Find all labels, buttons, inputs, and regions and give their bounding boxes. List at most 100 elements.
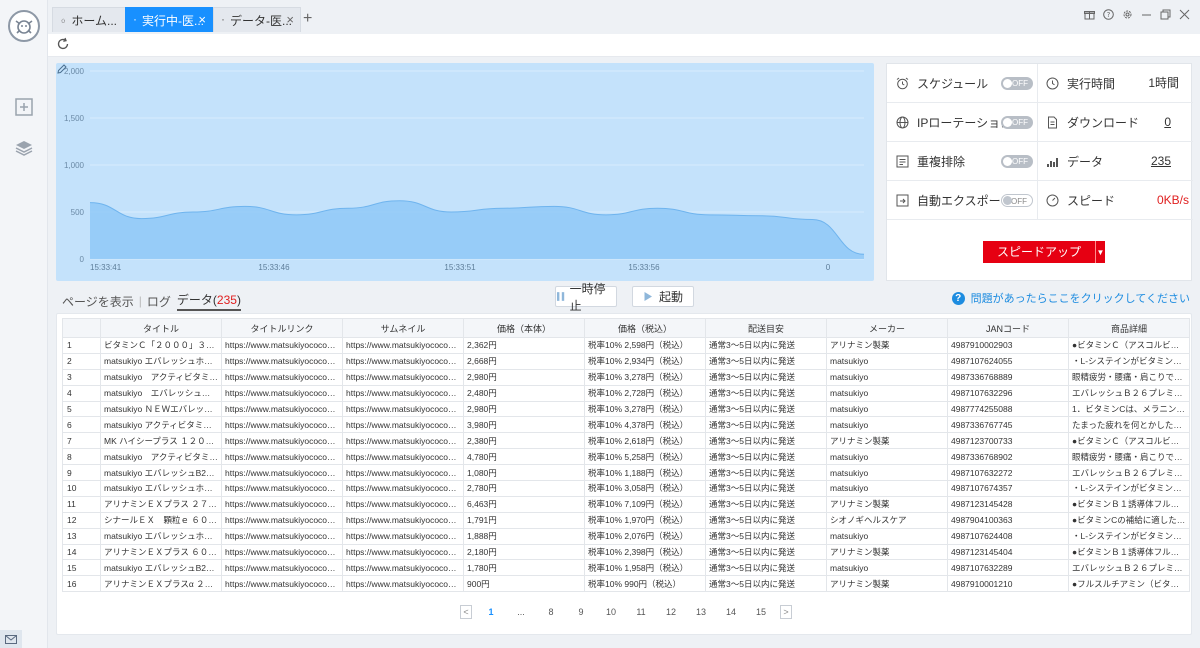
page-number[interactable]: 1 bbox=[476, 607, 506, 617]
close-window-icon[interactable] bbox=[1179, 9, 1190, 20]
table-cell: 6 bbox=[62, 416, 101, 434]
column-header[interactable]: 価格（本体） bbox=[463, 318, 585, 338]
table-cell: 9 bbox=[62, 464, 101, 482]
add-tab-button[interactable]: + bbox=[303, 10, 312, 28]
table-row[interactable]: 2 matsukiyo エバレッシュホワイ... https://www.matsu… bbox=[62, 352, 1190, 370]
edit-icon[interactable] bbox=[56, 63, 68, 75]
data-label: データ bbox=[1067, 155, 1104, 169]
minimize-icon[interactable] bbox=[1141, 9, 1152, 20]
data-value[interactable]: 235 bbox=[1151, 142, 1171, 181]
table-cell: https://www.matsukiyococokara-... bbox=[221, 559, 343, 577]
table-row[interactable]: 5 matsukiyo ＮＥＷエバレッシュ... https://www.matsu… bbox=[62, 400, 1190, 418]
alarm-clock-icon bbox=[895, 77, 909, 91]
column-header[interactable] bbox=[62, 318, 101, 338]
column-header[interactable]: タイトル bbox=[100, 318, 222, 338]
table-cell: 4987123145428 bbox=[947, 495, 1069, 513]
table-cell: ●ビタミンＣ（アスコルビン酸）... bbox=[1068, 432, 1190, 450]
speed-up-button[interactable]: スピードアップ bbox=[983, 241, 1095, 263]
restore-icon[interactable] bbox=[1160, 9, 1171, 20]
pagination: < 1... 8 9 10 11 12 13 14 15 > bbox=[460, 605, 792, 619]
help-icon[interactable]: ? bbox=[1103, 9, 1114, 20]
schedule-toggle[interactable]: OFF bbox=[1001, 77, 1033, 90]
table-cell: https://www.matsukiyococokara-... bbox=[221, 543, 343, 561]
column-header[interactable]: サムネイル bbox=[342, 318, 464, 338]
column-header[interactable]: メーカー bbox=[826, 318, 948, 338]
auto-export-toggle[interactable]: OFF bbox=[1001, 194, 1033, 207]
table-cell: 4 bbox=[62, 384, 101, 402]
table-cell: 通常3～5日以内に発送 bbox=[705, 352, 827, 370]
page-number[interactable]: 8 bbox=[536, 607, 566, 617]
table-cell: https://www.matsukiyococokara-... bbox=[221, 464, 343, 482]
table-row[interactable]: 14アリナミンＥＸプラス ６０錠 ア...https://www.matsuki… bbox=[62, 543, 1190, 561]
table-row[interactable]: 1 ビタミンＣ「２０００」３００... https://www.matsukiyoc… bbox=[62, 337, 1190, 354]
mail-icon[interactable] bbox=[0, 630, 22, 648]
table-cell: matsukiyo ＮＥＷエバレッシュ... bbox=[100, 400, 222, 418]
help-link[interactable]: ? 問題があったらここをクリックしてください bbox=[951, 290, 1190, 306]
start-button[interactable]: 起動 bbox=[632, 286, 694, 307]
chevron-down-icon[interactable]: ▼ bbox=[1095, 241, 1105, 263]
page-number[interactable]: 12 bbox=[656, 607, 686, 617]
speed-label: スピード bbox=[1067, 194, 1116, 208]
tab-home[interactable]: ホーム... bbox=[52, 7, 126, 32]
download-value[interactable]: 0 bbox=[1164, 103, 1171, 142]
table-cell: 1,791円 bbox=[463, 511, 585, 529]
page-number[interactable]: 11 bbox=[626, 607, 656, 617]
table-cell: https://www.matsukiyococokara-... bbox=[221, 384, 343, 402]
table-row[interactable]: 13 matsukiyo エバレッシュホワイ... https://www.mats… bbox=[62, 527, 1190, 545]
table-cell: 通常3～5日以内に発送 bbox=[705, 543, 827, 561]
new-task-icon[interactable] bbox=[13, 96, 35, 118]
table-cell: matsukiyo エバレッシュホワイ... bbox=[100, 480, 222, 497]
page-number[interactable]: 15 bbox=[746, 607, 776, 617]
table-row[interactable]: 8 matsukiyo アクティビタミンＥ... https://www.matsu… bbox=[62, 448, 1190, 466]
page-number[interactable]: 9 bbox=[566, 607, 596, 617]
layers-icon[interactable] bbox=[13, 137, 35, 159]
table-cell: 12 bbox=[62, 511, 101, 529]
table-cell: https://www.matsukiyococokara-... bbox=[221, 416, 343, 434]
table-cell: 通常3～5日以内に発送 bbox=[705, 464, 827, 482]
table-cell: https://www.matsukiyococokara-... bbox=[342, 527, 464, 545]
table-row[interactable]: 4 matsukiyo エバレッシュＢ２６... https://www.matsu… bbox=[62, 384, 1190, 402]
export-icon bbox=[895, 194, 909, 208]
table-cell: 通常3～5日以内に発送 bbox=[705, 559, 827, 577]
table-row[interactable]: 15matsukiyo エバレッシュB26プレ...https://www.ma… bbox=[62, 559, 1190, 577]
page-number[interactable]: 14 bbox=[716, 607, 746, 617]
table-cell: 2,780円 bbox=[463, 480, 585, 497]
tab-log[interactable]: ログ bbox=[147, 293, 171, 310]
table-cell: matsukiyo エバレッシュホワイ... bbox=[100, 527, 222, 545]
table-row[interactable]: 9matsukiyo エバレッシュB26プレ...https://www.mat… bbox=[62, 464, 1190, 482]
table-row[interactable]: 7 MK ハイシープラス １２０錠 ア... https://www.matsuki… bbox=[62, 432, 1190, 450]
tab-running[interactable]: 実行中-医... × bbox=[125, 7, 213, 32]
table-cell: https://www.matsukiyococokara-... bbox=[221, 337, 343, 354]
x-tick-label: 15:33:56 bbox=[628, 263, 660, 272]
column-header[interactable]: 価格（税込） bbox=[584, 318, 706, 338]
tab-data-results[interactable]: データ(235) bbox=[176, 291, 241, 311]
close-icon[interactable]: × bbox=[198, 12, 206, 27]
table-row[interactable]: 12シナールＥＸ 顆粒ｅ ６０包 シ...https://www.matsuki… bbox=[62, 511, 1190, 529]
close-icon[interactable]: × bbox=[286, 12, 294, 27]
page-number[interactable]: ... bbox=[506, 607, 536, 617]
page-number[interactable]: 10 bbox=[596, 607, 626, 617]
gift-icon[interactable] bbox=[1084, 9, 1095, 20]
tab-data[interactable]: データ-医... × bbox=[213, 7, 301, 32]
settings-icon[interactable] bbox=[1122, 9, 1133, 20]
table-row[interactable]: 6 matsukiyo アクティビタミンＧ... https://www.matsu… bbox=[62, 416, 1190, 434]
column-header[interactable]: JANコード bbox=[947, 318, 1069, 338]
column-header[interactable]: 商品詳細 bbox=[1068, 318, 1190, 338]
next-page-button[interactable]: > bbox=[780, 605, 792, 619]
table-row[interactable]: 11 アリナミンＥＸプラス ２７０錠... https://www.matsukiy… bbox=[62, 495, 1190, 513]
ip-rotation-toggle[interactable]: OFF bbox=[1001, 116, 1033, 129]
table-cell: アリナミンＥＸプラス ２７０錠... bbox=[100, 495, 222, 513]
dedupe-toggle[interactable]: OFF bbox=[1001, 155, 1033, 168]
pause-button[interactable]: 一時停止 bbox=[555, 282, 617, 313]
schedule-setting: スケジュール bbox=[895, 64, 988, 103]
table-cell: 14 bbox=[62, 543, 101, 561]
column-header[interactable]: タイトルリンク bbox=[221, 318, 343, 338]
tab-show-page[interactable]: ページを表示 bbox=[62, 293, 134, 310]
table-row[interactable]: 10 matsukiyo エバレッシュホワイ... https://www.mats… bbox=[62, 480, 1190, 497]
refresh-icon[interactable] bbox=[56, 37, 70, 51]
column-header[interactable]: 配送目安 bbox=[705, 318, 827, 338]
prev-page-button[interactable]: < bbox=[460, 605, 472, 619]
page-number[interactable]: 13 bbox=[686, 607, 716, 617]
table-row[interactable]: 16 アリナミンＥＸプラスα ２４錠... https://www.matsukiy… bbox=[62, 575, 1190, 593]
table-row[interactable]: 3 matsukiyo アクティビタミンＥ... https://www.matsu… bbox=[62, 368, 1190, 386]
